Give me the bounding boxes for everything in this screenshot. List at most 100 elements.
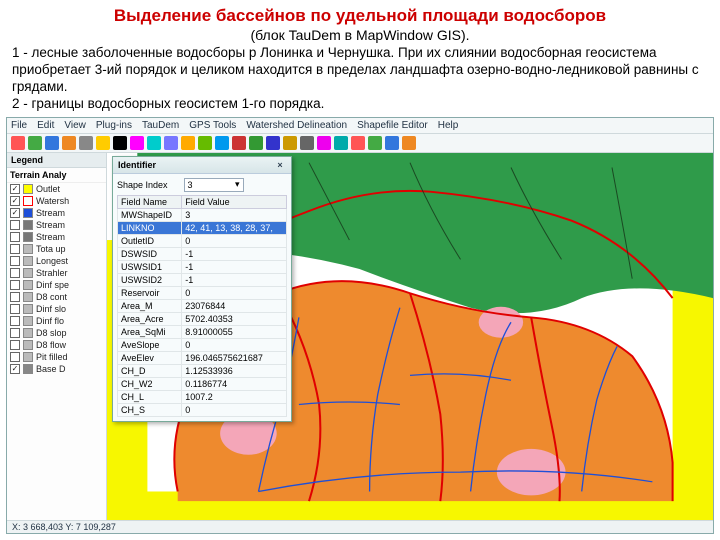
toolbar-button-18[interactable] <box>317 136 331 150</box>
table-row[interactable]: CH_W20.1186774 <box>118 377 287 390</box>
toolbar-button-16[interactable] <box>283 136 297 150</box>
toolbar-button-7[interactable] <box>130 136 144 150</box>
table-row[interactable]: AveElev196.046575621687 <box>118 351 287 364</box>
menu-edit[interactable]: Edit <box>37 120 54 131</box>
legend-item[interactable]: Dinf slo <box>7 303 106 315</box>
table-row[interactable]: OutletID0 <box>118 234 287 247</box>
layer-swatch <box>23 328 33 338</box>
toolbar-button-13[interactable] <box>232 136 246 150</box>
legend-item[interactable]: Dinf flo <box>7 315 106 327</box>
cell-field-value: -1 <box>182 273 287 286</box>
checkbox-icon[interactable] <box>10 220 20 230</box>
table-row[interactable]: CH_S0 <box>118 403 287 416</box>
layer-swatch <box>23 256 33 266</box>
checkbox-icon[interactable] <box>10 316 20 326</box>
toolbar-button-17[interactable] <box>300 136 314 150</box>
legend-item[interactable]: ✓Stream <box>7 207 106 219</box>
table-row[interactable]: Area_Acre5702.40353 <box>118 312 287 325</box>
legend-group[interactable]: Terrain Analy <box>7 168 106 183</box>
legend-item[interactable]: Stream <box>7 219 106 231</box>
menu-help[interactable]: Help <box>438 120 459 131</box>
cell-field-name: CH_D <box>118 364 182 377</box>
table-row[interactable]: CH_D1.12533936 <box>118 364 287 377</box>
checkbox-icon[interactable] <box>10 328 20 338</box>
legend-item[interactable]: Tota up <box>7 243 106 255</box>
toolbar-button-2[interactable] <box>45 136 59 150</box>
table-row[interactable]: Reservoir0 <box>118 286 287 299</box>
legend-item[interactable]: Stream <box>7 231 106 243</box>
legend-tab[interactable]: Legend <box>7 153 106 168</box>
toolbar-button-6[interactable] <box>113 136 127 150</box>
toolbar-button-10[interactable] <box>181 136 195 150</box>
legend-item[interactable]: D8 flow <box>7 339 106 351</box>
menu-view[interactable]: View <box>64 120 86 131</box>
checkbox-icon[interactable]: ✓ <box>10 208 20 218</box>
toolbar-button-4[interactable] <box>79 136 93 150</box>
legend-item[interactable]: Dinf spe <box>7 279 106 291</box>
toolbar-button-22[interactable] <box>385 136 399 150</box>
checkbox-icon[interactable] <box>10 352 20 362</box>
table-row[interactable]: AveSlope0 <box>118 338 287 351</box>
table-row[interactable]: DSWSID-1 <box>118 247 287 260</box>
cell-field-value: 3 <box>182 208 287 221</box>
legend-item[interactable]: ✓Outlet <box>7 183 106 195</box>
cell-field-name: LINKNO <box>118 221 182 234</box>
checkbox-icon[interactable] <box>10 340 20 350</box>
menu-taudem[interactable]: TauDem <box>142 120 179 131</box>
legend-item[interactable]: D8 cont <box>7 291 106 303</box>
menu-plug-ins[interactable]: Plug-ins <box>96 120 132 131</box>
toolbar-button-15[interactable] <box>266 136 280 150</box>
toolbar-button-20[interactable] <box>351 136 365 150</box>
checkbox-icon[interactable]: ✓ <box>10 184 20 194</box>
table-row[interactable]: Area_SqMi8.91000055 <box>118 325 287 338</box>
legend-item[interactable]: Strahler <box>7 267 106 279</box>
col-field-name: Field Name <box>118 195 182 208</box>
toolbar-button-1[interactable] <box>28 136 42 150</box>
checkbox-icon[interactable] <box>10 292 20 302</box>
shape-index-select[interactable]: 3 ▾ <box>184 178 244 192</box>
menu-gps-tools[interactable]: GPS Tools <box>189 120 236 131</box>
checkbox-icon[interactable] <box>10 232 20 242</box>
toolbar-button-0[interactable] <box>11 136 25 150</box>
toolbar-button-9[interactable] <box>164 136 178 150</box>
checkbox-icon[interactable] <box>10 256 20 266</box>
toolbar-button-19[interactable] <box>334 136 348 150</box>
table-row[interactable]: USWSID2-1 <box>118 273 287 286</box>
toolbar-button-11[interactable] <box>198 136 212 150</box>
legend-item-label: Longest <box>36 256 68 266</box>
checkbox-icon[interactable]: ✓ <box>10 364 20 374</box>
identifier-panel[interactable]: Identifier × Shape Index 3 ▾ Field Name … <box>112 156 292 422</box>
legend-item[interactable]: ✓Watersh <box>7 195 106 207</box>
legend-item[interactable]: ✓Base D <box>7 363 106 375</box>
close-icon[interactable]: × <box>274 159 286 171</box>
toolbar-button-3[interactable] <box>62 136 76 150</box>
toolbar-button-8[interactable] <box>147 136 161 150</box>
toolbar-button-23[interactable] <box>402 136 416 150</box>
legend-item-label: D8 slop <box>36 328 67 338</box>
checkbox-icon[interactable] <box>10 268 20 278</box>
menu-shapefile-editor[interactable]: Shapefile Editor <box>357 120 428 131</box>
table-row[interactable]: USWSID1-1 <box>118 260 287 273</box>
layer-swatch <box>23 340 33 350</box>
table-row[interactable]: Area_M23076844 <box>118 299 287 312</box>
legend-item[interactable]: Pit filled <box>7 351 106 363</box>
legend-item-label: Strahler <box>36 268 68 278</box>
table-row[interactable]: MWShapeID3 <box>118 208 287 221</box>
checkbox-icon[interactable] <box>10 304 20 314</box>
table-row[interactable]: CH_L1007.2 <box>118 390 287 403</box>
toolbar-button-12[interactable] <box>215 136 229 150</box>
toolbar-button-14[interactable] <box>249 136 263 150</box>
legend-item[interactable]: Longest <box>7 255 106 267</box>
menu-file[interactable]: File <box>11 120 27 131</box>
cell-field-value: -1 <box>182 247 287 260</box>
checkbox-icon[interactable] <box>10 280 20 290</box>
legend-item[interactable]: D8 slop <box>7 327 106 339</box>
table-row[interactable]: LINKNO42, 41, 13, 38, 28, 37, <box>118 221 287 234</box>
legend-item-label: Pit filled <box>36 352 68 362</box>
checkbox-icon[interactable]: ✓ <box>10 196 20 206</box>
toolbar-button-21[interactable] <box>368 136 382 150</box>
layer-swatch <box>23 220 33 230</box>
menu-watershed-delineation[interactable]: Watershed Delineation <box>246 120 347 131</box>
checkbox-icon[interactable] <box>10 244 20 254</box>
toolbar-button-5[interactable] <box>96 136 110 150</box>
